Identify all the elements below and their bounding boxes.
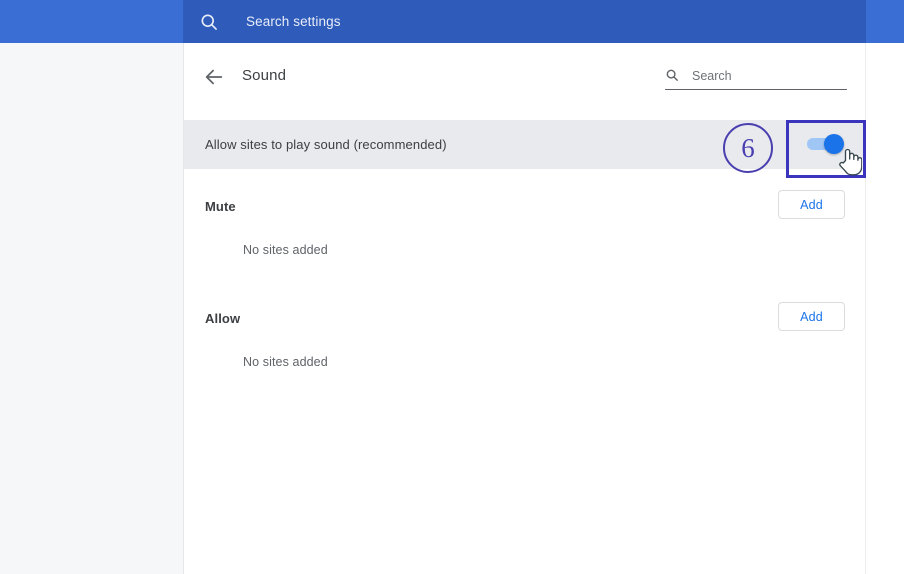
sub-header: Sound bbox=[184, 43, 865, 109]
allow-section-title: Allow bbox=[205, 311, 241, 326]
settings-page: Search settings Sound Allow sites to pl bbox=[0, 0, 904, 574]
search-settings-placeholder: Search settings bbox=[246, 14, 341, 29]
mute-section: Mute Add No sites added bbox=[184, 183, 865, 257]
allow-sound-label: Allow sites to play sound (recommended) bbox=[205, 137, 447, 152]
search-icon bbox=[201, 14, 217, 30]
search-box[interactable] bbox=[665, 63, 847, 93]
left-gutter bbox=[0, 43, 183, 574]
mute-section-title: Mute bbox=[205, 199, 236, 214]
search-settings-bar[interactable]: Search settings bbox=[183, 0, 866, 43]
toggle-knob bbox=[824, 134, 844, 154]
allow-sound-row[interactable]: Allow sites to play sound (recommended) bbox=[184, 120, 865, 169]
settings-content-panel: Sound Allow sites to play sound (recomme… bbox=[183, 43, 866, 574]
allow-add-button[interactable]: Add bbox=[778, 302, 845, 331]
allow-empty-text: No sites added bbox=[243, 355, 328, 369]
browser-top-bar: Search settings bbox=[0, 0, 904, 43]
right-gutter bbox=[866, 43, 904, 574]
allow-section: Allow Add No sites added bbox=[184, 295, 865, 369]
search-underline bbox=[665, 89, 847, 90]
arrow-left-icon[interactable] bbox=[203, 66, 225, 88]
mute-section-head: Mute Add bbox=[184, 183, 865, 231]
mute-add-button[interactable]: Add bbox=[778, 190, 845, 219]
page-title: Sound bbox=[242, 67, 287, 84]
allow-section-head: Allow Add bbox=[184, 295, 865, 343]
search-icon bbox=[666, 69, 678, 81]
search-input[interactable] bbox=[692, 63, 847, 89]
allow-sound-toggle[interactable] bbox=[804, 134, 848, 154]
mute-empty-text: No sites added bbox=[243, 243, 328, 257]
